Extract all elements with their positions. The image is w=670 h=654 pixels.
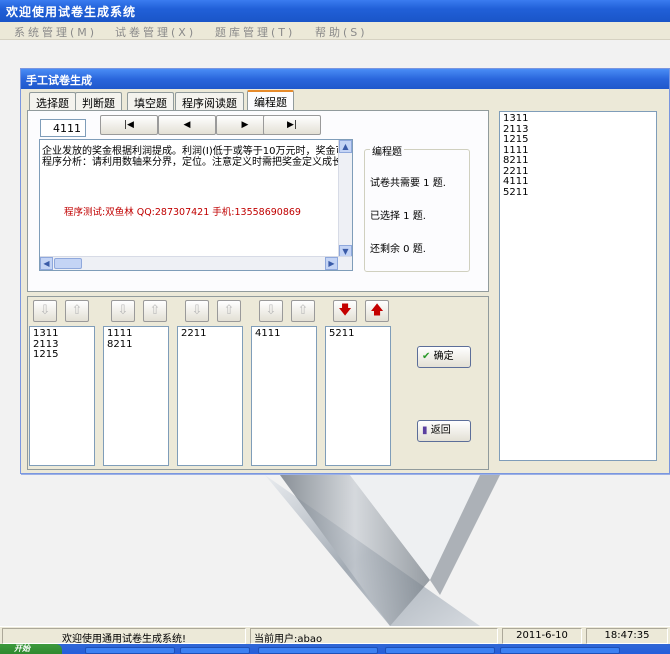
move-down-icon[interactable]: ⇩: [33, 300, 57, 322]
move-down-icon[interactable]: ⇩: [185, 300, 209, 322]
check-icon: ✔: [422, 351, 431, 362]
status-user: 当前用户:abao: [250, 628, 498, 645]
prev-record-button[interactable]: ◀: [158, 115, 216, 135]
tab-fill-blank[interactable]: 填空题: [127, 92, 174, 110]
back-label: 返回: [430, 425, 451, 436]
menu-bar: 系统管理(M) 试卷管理(X) 题库管理(T) 帮助(S): [0, 22, 670, 40]
selected-count: 已选择 1 题.: [370, 211, 426, 222]
menu-exam[interactable]: 试卷管理(X): [115, 24, 196, 40]
move-down-red-icon[interactable]: 🡇: [333, 300, 357, 322]
list-item[interactable]: 1215: [30, 349, 94, 361]
back-button[interactable]: ▮ 返回: [417, 420, 471, 442]
start-button[interactable]: 开始: [0, 644, 62, 654]
scroll-thumb[interactable]: [54, 258, 82, 269]
status-date: 2011-6-10: [502, 628, 582, 644]
list-column-3[interactable]: 2211: [177, 326, 243, 466]
list-column-4[interactable]: 4111: [251, 326, 317, 466]
list-item[interactable]: 1215: [500, 134, 656, 146]
door-exit-icon: ▮: [422, 425, 428, 436]
tab-choice[interactable]: 选择题: [29, 92, 76, 110]
move-down-icon[interactable]: ⇩: [111, 300, 135, 322]
manual-exam-dialog: 手工试卷生成 选择题 判断题 填空题 程序阅读题 编程题 4111 |◀ ◀ ▶…: [20, 68, 670, 474]
move-up-red-icon[interactable]: 🡅: [365, 300, 389, 322]
taskbar-item[interactable]: [85, 647, 175, 654]
dialog-title-bar: 手工试卷生成: [21, 69, 669, 89]
move-up-icon[interactable]: ⇧: [143, 300, 167, 322]
background-logo-graphic: [265, 475, 500, 626]
list-item[interactable]: 1311: [500, 113, 656, 125]
first-record-button[interactable]: |◀: [100, 115, 158, 135]
list-item[interactable]: 5211: [500, 187, 656, 199]
group-legend: 编程题: [370, 143, 404, 158]
confirm-button[interactable]: ✔ 确定: [417, 346, 471, 368]
app-title-bar: 欢迎使用试卷生成系统: [0, 0, 670, 22]
tab-program-reading[interactable]: 程序阅读题: [175, 92, 244, 110]
tab-truefalse[interactable]: 判断题: [75, 92, 122, 110]
list-item[interactable]: 5211: [326, 328, 390, 340]
last-record-button[interactable]: ▶|: [263, 115, 321, 135]
taskbar-item[interactable]: [500, 647, 620, 654]
scroll-left-icon[interactable]: ◀: [40, 257, 53, 270]
question-text-area[interactable]: 企业发放的奖金根据利润提成。利润(I)低于或等于10万元时，奖金可 程序分析：请…: [39, 139, 353, 271]
remaining-count: 还剩余 0 题.: [370, 244, 426, 255]
taskbar-item[interactable]: [385, 647, 495, 654]
menu-system[interactable]: 系统管理(M): [14, 24, 97, 40]
list-item[interactable]: 4111: [252, 328, 316, 340]
question-note: 程序测试:双鱼林 QQ:287307421 手机:13558690869: [64, 207, 301, 218]
dialog-title: 手工试卷生成: [26, 74, 92, 87]
scroll-right-icon[interactable]: ▶: [325, 257, 338, 270]
question-line: 程序分析：请利用数轴来分界，定位。注意定义时需把奖金定义成长: [42, 157, 342, 168]
vertical-scrollbar[interactable]: ▲ ▼: [338, 140, 352, 258]
list-column-2[interactable]: 1111 8211: [103, 326, 169, 466]
menu-help[interactable]: 帮助(S): [315, 24, 368, 40]
status-bar: 欢迎使用通用试卷生成系统! 当前用户:abao 2011-6-10 18:47:…: [0, 626, 670, 645]
move-down-icon[interactable]: ⇩: [259, 300, 283, 322]
move-up-icon[interactable]: ⇧: [65, 300, 89, 322]
list-item[interactable]: 8211: [104, 339, 168, 351]
status-time: 18:47:35: [586, 628, 668, 644]
list-column-1[interactable]: 1311 2113 1215: [29, 326, 95, 466]
app-title: 欢迎使用试卷生成系统: [6, 5, 137, 19]
menu-question-bank[interactable]: 题库管理(T): [215, 24, 295, 40]
tab-programming[interactable]: 编程题: [247, 90, 294, 111]
list-item[interactable]: 4111: [500, 176, 656, 188]
list-item[interactable]: 2211: [178, 328, 242, 340]
confirm-label: 确定: [433, 351, 454, 362]
question-id-field[interactable]: 4111: [40, 119, 86, 137]
move-up-icon[interactable]: ⇧: [291, 300, 315, 322]
needed-count: 试卷共需要 1 题.: [370, 178, 446, 189]
list-column-5[interactable]: 5211: [325, 326, 391, 466]
scroll-up-icon[interactable]: ▲: [339, 140, 352, 153]
status-welcome: 欢迎使用通用试卷生成系统!: [2, 628, 246, 645]
taskbar-item[interactable]: [180, 647, 250, 654]
horizontal-scrollbar[interactable]: ◀ ▶: [40, 256, 352, 270]
question-count-group: 编程题 试卷共需要 1 题. 已选择 1 题. 还剩余 0 题.: [364, 143, 470, 272]
move-up-icon[interactable]: ⇧: [217, 300, 241, 322]
taskbar-item[interactable]: [258, 647, 378, 654]
selected-question-list[interactable]: 1311 2113 1215 1111 8211 2211 4111 5211: [499, 111, 657, 461]
list-item[interactable]: 1111: [104, 328, 168, 340]
list-item[interactable]: 1311: [30, 328, 94, 340]
list-item[interactable]: 8211: [500, 155, 656, 167]
